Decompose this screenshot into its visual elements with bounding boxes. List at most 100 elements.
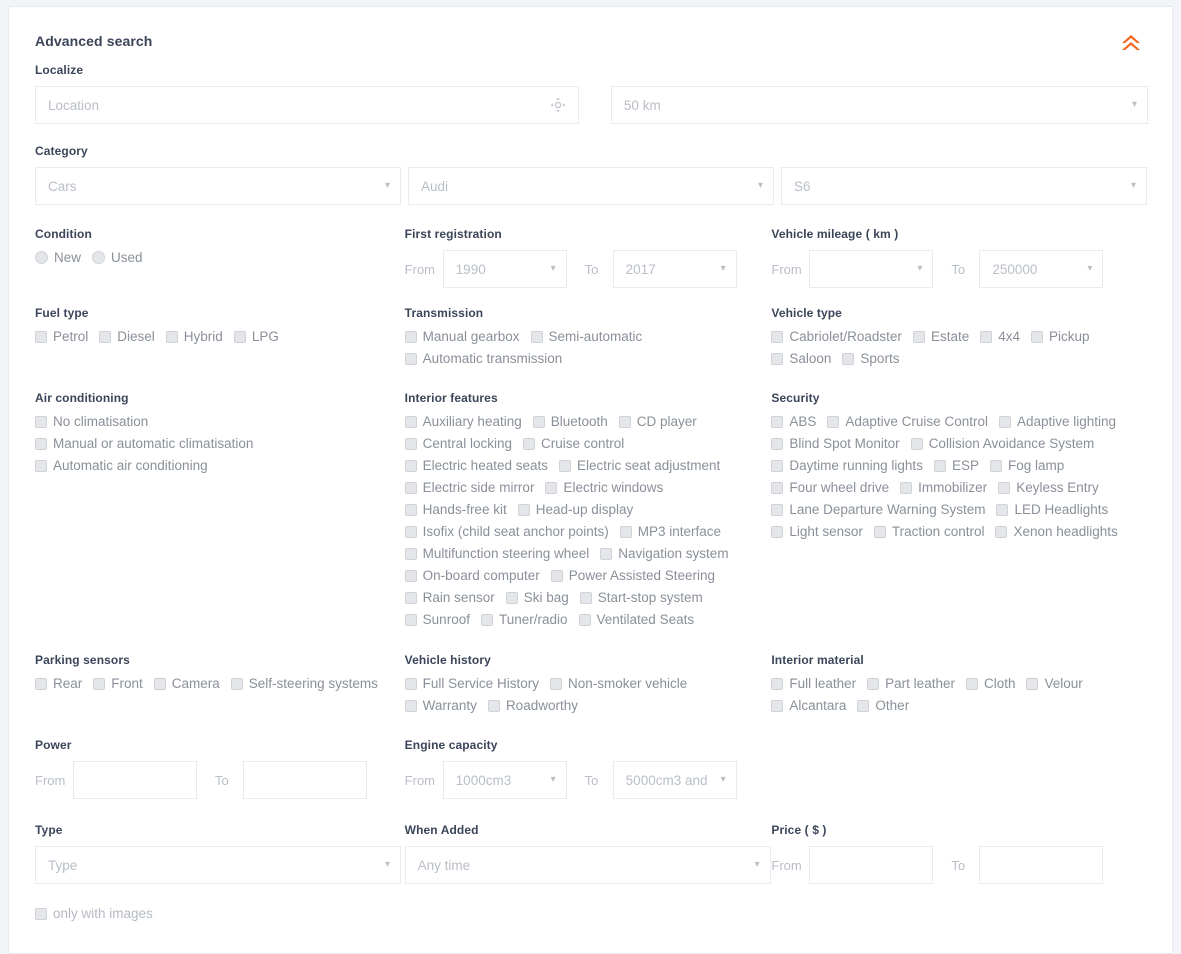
checkbox-cloth[interactable]: Cloth <box>965 676 1016 691</box>
when-added-select[interactable]: Any time <box>404 846 771 884</box>
checkbox-4x4[interactable]: 4x4 <box>980 329 1020 344</box>
checkbox-abs[interactable]: ABS <box>771 414 816 429</box>
checkbox-ski-bag[interactable]: Ski bag <box>505 590 569 605</box>
checkbox-automatic-transmission[interactable]: Automatic transmission <box>404 351 772 366</box>
checkbox-petrol[interactable]: Petrol <box>35 329 88 344</box>
registration-from-select[interactable]: 1990 <box>442 250 567 288</box>
option-label: Full Service History <box>422 676 539 691</box>
checkbox-rain-sensor[interactable]: Rain sensor <box>404 590 495 605</box>
power-engine-spacer <box>771 738 1148 799</box>
checkbox-central-locking[interactable]: Central locking <box>404 436 512 451</box>
checkbox-non-smoker-vehicle[interactable]: Non-smoker vehicle <box>549 676 687 691</box>
price-from-input[interactable] <box>809 846 934 884</box>
checkbox-alcantara[interactable]: Alcantara <box>771 698 846 713</box>
radio-used[interactable]: Used <box>92 250 143 265</box>
price-to-input[interactable] <box>979 846 1104 884</box>
checkbox-full-service-history[interactable]: Full Service History <box>404 676 539 691</box>
checkbox-full-leather[interactable]: Full leather <box>771 676 856 691</box>
power-from-input[interactable] <box>73 761 197 799</box>
checkbox-no-climatisation[interactable]: No climatisation <box>35 414 405 429</box>
checkbox-electric-windows[interactable]: Electric windows <box>545 480 663 495</box>
radio-new[interactable]: New <box>35 250 81 265</box>
checkbox-lpg[interactable]: LPG <box>233 329 279 344</box>
checkbox-start-stop-system[interactable]: Start-stop system <box>579 590 703 605</box>
transmission-section: Transmission Manual gearbox Semi-automat… <box>404 306 772 373</box>
checkbox-automatic-air-conditioning[interactable]: Automatic air conditioning <box>35 458 405 473</box>
checkbox-semi-automatic[interactable]: Semi-automatic <box>530 329 642 344</box>
checkbox-manual-or-automatic-climatisation[interactable]: Manual or automatic climatisation <box>35 436 405 451</box>
checkbox-self-steering-systems[interactable]: Self-steering systems <box>230 676 378 691</box>
checkbox-traction-control[interactable]: Traction control <box>873 524 984 539</box>
checkbox-pickup[interactable]: Pickup <box>1031 329 1090 344</box>
checkbox-daytime-running-lights[interactable]: Daytime running lights <box>771 458 923 473</box>
checkbox-cabriolet-roadster[interactable]: Cabriolet/Roadster <box>771 329 902 344</box>
checkbox-adaptive-cruise-control[interactable]: Adaptive Cruise Control <box>827 414 988 429</box>
checkbox-hands-free-kit[interactable]: Hands-free kit <box>404 502 507 517</box>
checkbox-electric-seat-adjustment[interactable]: Electric seat adjustment <box>559 458 720 473</box>
checkbox-tuner-radio[interactable]: Tuner/radio <box>480 612 568 627</box>
checkbox-on-board-computer[interactable]: On-board computer <box>404 568 540 583</box>
checkbox-sunroof[interactable]: Sunroof <box>404 612 470 627</box>
checkbox-velour[interactable]: Velour <box>1026 676 1083 691</box>
type-select[interactable]: Type <box>35 846 401 884</box>
checkbox-saloon[interactable]: Saloon <box>771 351 831 366</box>
checkbox-head-up-display[interactable]: Head-up display <box>517 502 633 517</box>
checkbox-sports[interactable]: Sports <box>842 351 899 366</box>
checkbox-four-wheel-drive[interactable]: Four wheel drive <box>771 480 889 495</box>
checkbox-navigation-system[interactable]: Navigation system <box>600 546 729 561</box>
registration-to-select[interactable]: 2017 <box>612 250 737 288</box>
checkbox-esp[interactable]: ESP <box>933 458 979 473</box>
checkbox-fog-lamp[interactable]: Fog lamp <box>989 458 1064 473</box>
checkbox-adaptive-lighting[interactable]: Adaptive lighting <box>998 414 1116 429</box>
engine-capacity-to-value: 5000cm3 and <box>625 772 708 788</box>
checkbox-electric-heated-seats[interactable]: Electric heated seats <box>404 458 548 473</box>
checkbox-blind-spot-monitor[interactable]: Blind Spot Monitor <box>771 436 900 451</box>
option-label: Cloth <box>983 676 1016 691</box>
checkbox-light-sensor[interactable]: Light sensor <box>771 524 863 539</box>
checkbox-collision-avoidance-system[interactable]: Collision Avoidance System <box>910 436 1094 451</box>
option-label: Light sensor <box>789 524 863 539</box>
checkbox-front[interactable]: Front <box>93 676 143 691</box>
checkbox-other[interactable]: Other <box>857 698 909 713</box>
checkbox-power-assisted-steering[interactable]: Power Assisted Steering <box>550 568 715 583</box>
checkbox-lane-departure-warning-system[interactable]: Lane Departure Warning System <box>771 502 985 517</box>
double-chevron-up-icon[interactable] <box>1116 29 1146 59</box>
checkbox-icon <box>867 677 880 690</box>
checkbox-led-headlights[interactable]: LED Headlights <box>996 502 1108 517</box>
checkbox-camera[interactable]: Camera <box>153 676 220 691</box>
checkbox-icon <box>99 330 112 343</box>
engine-capacity-to-select[interactable]: 5000cm3 and <box>612 761 737 799</box>
checkbox-multifunction-steering-wheel[interactable]: Multifunction steering wheel <box>404 546 589 561</box>
checkbox-cd-player[interactable]: CD player <box>618 414 697 429</box>
mileage-from-select[interactable] <box>809 250 934 288</box>
category-type-select[interactable]: Cars <box>35 167 401 205</box>
checkbox-rear[interactable]: Rear <box>35 676 82 691</box>
checkbox-bluetooth[interactable]: Bluetooth <box>532 414 608 429</box>
checkbox-immobilizer[interactable]: Immobilizer <box>900 480 987 495</box>
checkbox-part-leather[interactable]: Part leather <box>867 676 955 691</box>
checkbox-keyless-entry[interactable]: Keyless Entry <box>998 480 1099 495</box>
mileage-to-select[interactable]: 250000 <box>979 250 1104 288</box>
category-make-select[interactable]: Audi <box>408 167 774 205</box>
only-with-images-checkbox[interactable]: only with images <box>35 906 1148 921</box>
checkbox-hybrid[interactable]: Hybrid <box>165 329 223 344</box>
checkbox-isofix-child-seat-anchor-points[interactable]: Isofix (child seat anchor points) <box>404 524 609 539</box>
checkbox-manual-gearbox[interactable]: Manual gearbox <box>404 329 520 344</box>
power-to-input[interactable] <box>243 761 367 799</box>
engine-capacity-from-select[interactable]: 1000cm3 <box>442 761 567 799</box>
checkbox-ventilated-seats[interactable]: Ventilated Seats <box>578 612 694 627</box>
checkbox-mp3-interface[interactable]: MP3 interface <box>619 524 721 539</box>
checkbox-xenon-headlights[interactable]: Xenon headlights <box>995 524 1118 539</box>
category-model-select[interactable]: S6 <box>781 167 1147 205</box>
checkbox-electric-side-mirror[interactable]: Electric side mirror <box>404 480 534 495</box>
when-added-value: Any time <box>417 857 471 873</box>
checkbox-cruise-control[interactable]: Cruise control <box>522 436 624 451</box>
distance-select[interactable]: 50 km <box>610 86 1148 124</box>
checkbox-roadworthy[interactable]: Roadworthy <box>487 698 578 713</box>
checkbox-auxiliary-heating[interactable]: Auxiliary heating <box>404 414 522 429</box>
crosshair-locate-icon[interactable] <box>550 97 566 113</box>
location-input[interactable]: Location <box>35 86 579 124</box>
checkbox-estate[interactable]: Estate <box>912 329 969 344</box>
checkbox-warranty[interactable]: Warranty <box>404 698 477 713</box>
checkbox-diesel[interactable]: Diesel <box>99 329 155 344</box>
